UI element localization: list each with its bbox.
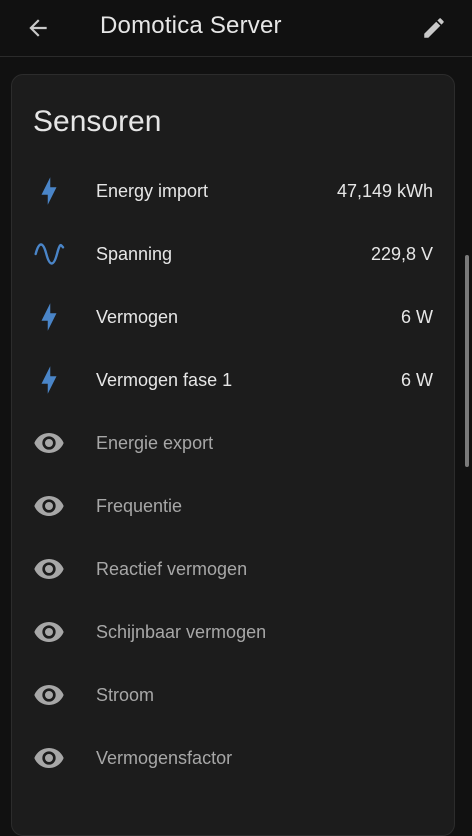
lightning-bolt-icon	[32, 174, 66, 208]
eye-icon	[32, 489, 66, 523]
sensor-row-vermogensfactor[interactable]: Vermogensfactor	[12, 726, 454, 789]
sensor-name: Frequentie	[96, 496, 183, 516]
sensor-name: Reactief vermogen	[96, 559, 248, 579]
sensor-name: Vermogen fase 1	[96, 370, 233, 390]
card-title: Sensoren	[33, 105, 162, 138]
edit-button[interactable]	[414, 8, 454, 48]
sensor-row-frequentie[interactable]: Frequentie	[12, 474, 454, 537]
sensor-row-stroom[interactable]: Stroom	[12, 663, 454, 726]
eye-icon	[32, 615, 66, 649]
lightning-bolt-icon	[32, 300, 66, 334]
sensor-row-spanning[interactable]: Spanning 229,8 V	[12, 222, 454, 285]
sensor-row-reactief-vermogen[interactable]: Reactief vermogen	[12, 537, 454, 600]
sensor-row-vermogen-fase-1[interactable]: Vermogen fase 1 6 W	[12, 348, 454, 411]
eye-icon	[32, 552, 66, 586]
sensor-name: Stroom	[96, 685, 155, 705]
sensor-name: Energie export	[96, 433, 214, 453]
lightning-bolt-icon	[32, 363, 66, 397]
scrollbar-thumb[interactable]	[465, 255, 469, 467]
sine-wave-icon	[32, 237, 66, 271]
sensor-name: Vermogensfactor	[96, 748, 233, 768]
page-title: Domotica Server	[100, 12, 282, 39]
sensor-name: Vermogen	[96, 307, 179, 327]
sensor-row-energy-import[interactable]: Energy import 47,149 kWh	[12, 159, 454, 222]
app-bar: Domotica Server	[0, 0, 472, 57]
eye-icon	[32, 678, 66, 712]
sensor-row-vermogen[interactable]: Vermogen 6 W	[12, 285, 454, 348]
eye-icon	[32, 741, 66, 775]
arrow-left-icon	[29, 19, 47, 37]
sensor-value: 229,8 V	[370, 244, 433, 264]
sensor-row-energie-export[interactable]: Energie export	[12, 411, 454, 474]
sensors-card: Sensoren Energy import 47,149 kWh Spanni…	[11, 74, 455, 836]
sensor-name: Energy import	[96, 181, 209, 201]
sensor-name: Spanning	[96, 244, 173, 264]
sensor-list: Energy import 47,149 kWh Spanning 229,8 …	[12, 159, 454, 789]
eye-icon	[32, 426, 66, 460]
sensor-value: 47,149 kWh	[336, 181, 433, 201]
sensor-name: Schijnbaar vermogen	[96, 622, 267, 642]
sensor-value: 6 W	[400, 307, 433, 327]
back-button[interactable]	[18, 8, 58, 48]
pencil-icon	[424, 18, 444, 38]
sensor-value: 6 W	[400, 370, 433, 390]
sensor-row-schijnbaar-vermogen[interactable]: Schijnbaar vermogen	[12, 600, 454, 663]
